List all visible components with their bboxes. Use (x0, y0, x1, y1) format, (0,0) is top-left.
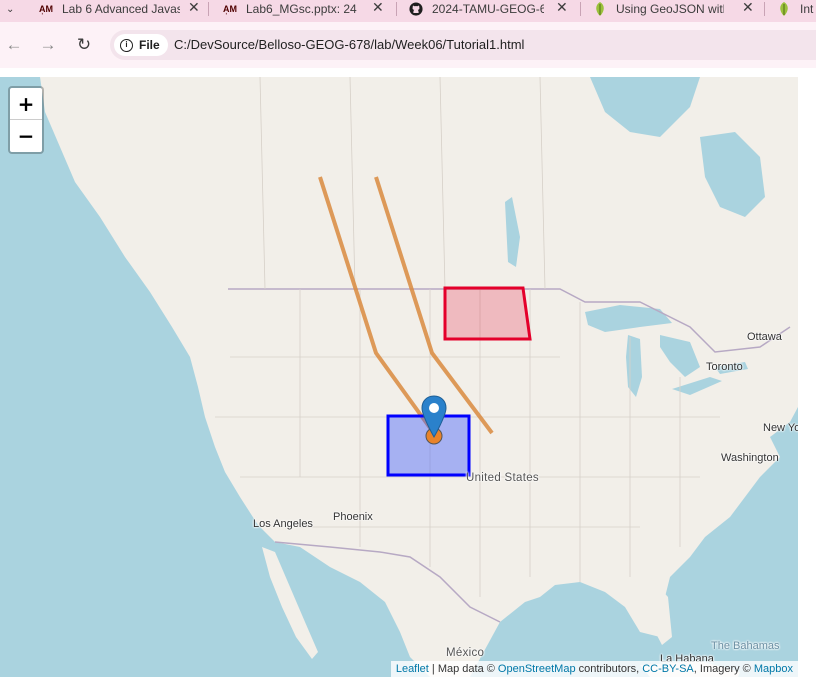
toolbar-divider (0, 68, 816, 77)
page-margin-bottom (0, 677, 816, 691)
reload-button[interactable]: ↻ (72, 34, 96, 56)
close-tab-icon[interactable]: ✕ (742, 0, 754, 16)
close-tab-icon[interactable]: ✕ (556, 0, 568, 16)
place-label: United States (466, 472, 539, 484)
leaflet-link[interactable]: Leaflet (396, 663, 429, 675)
close-tab-icon[interactable]: ✕ (372, 0, 384, 16)
place-label: Los Angeles (253, 518, 313, 530)
tab-int[interactable]: Int (776, 0, 816, 18)
reload-icon: ↻ (76, 35, 92, 54)
map-basemap (40, 77, 798, 677)
tab-using-geojson[interactable]: Using GeoJSON with ✕ (592, 0, 754, 18)
place-label: Toronto (706, 361, 743, 373)
tab-strip: ⌄ A̩M Lab 6 Advanced Javas ✕ A̩M Lab6_MG… (0, 0, 816, 22)
tab-lab6-pptx[interactable]: A̩M Lab6_MGsc.pptx: 24 P ✕ (222, 0, 384, 18)
zoom-control: + − (8, 86, 44, 154)
url-text[interactable]: C:/DevSource/Belloso-GEOG-678/lab/Week06… (174, 37, 524, 52)
forward-button[interactable]: → (36, 34, 60, 56)
tab-lab6-advanced-javascript[interactable]: A̩M Lab 6 Advanced Javas ✕ (38, 0, 200, 18)
red-polygon-north-dakota (443, 286, 532, 341)
north-america-land (40, 77, 798, 677)
chevron-down-icon[interactable]: ⌄ (6, 4, 14, 15)
leaflet-map[interactable]: Ottawa Toronto New Yo Washington United … (0, 77, 798, 677)
tab-separator (580, 2, 581, 16)
cc-by-sa-link[interactable]: CC-BY-SA (642, 663, 694, 675)
page-margin-right (798, 77, 816, 691)
mapbox-link[interactable]: Mapbox (754, 663, 793, 675)
site-info-chip[interactable]: i File (114, 34, 168, 56)
address-bar[interactable]: i File C:/DevSource/Belloso-GEOG-678/lab… (110, 30, 816, 60)
openstreetmap-link[interactable]: OpenStreetMap (498, 663, 576, 675)
tamu-logo-icon: A̩M (223, 4, 237, 14)
tab-separator (764, 2, 765, 16)
place-label: Phoenix (333, 511, 373, 523)
info-icon: i (120, 38, 133, 52)
zoom-in-button[interactable]: + (10, 88, 42, 120)
tab-menu-chevron[interactable]: ⌄ (0, 0, 14, 18)
browser-toolbar: ← → ↻ i File C:/DevSource/Belloso-GEOG-6… (0, 22, 816, 68)
tab-separator (396, 2, 397, 16)
zoom-out-button[interactable]: − (10, 120, 42, 151)
map-attribution: Leaflet | Map data © OpenStreetMap contr… (390, 661, 798, 677)
close-tab-icon[interactable]: ✕ (188, 0, 200, 16)
tamu-logo-icon: A̩M (39, 4, 53, 14)
github-icon (408, 1, 424, 17)
place-label: New Yo (763, 422, 798, 434)
back-arrow-icon: ← (5, 35, 23, 54)
place-label: The Bahamas (711, 640, 780, 652)
tab-github-repo[interactable]: 2024-TAMU-GEOG-6 ✕ (408, 0, 568, 18)
back-button[interactable]: ← (2, 34, 26, 56)
leaflet-icon (776, 1, 792, 17)
place-label: Washington (721, 452, 779, 464)
place-label: Ottawa (747, 331, 782, 343)
forward-arrow-icon: → (39, 35, 57, 54)
leaflet-icon (592, 1, 608, 17)
tab-separator (208, 2, 209, 16)
place-label: México (446, 647, 485, 659)
